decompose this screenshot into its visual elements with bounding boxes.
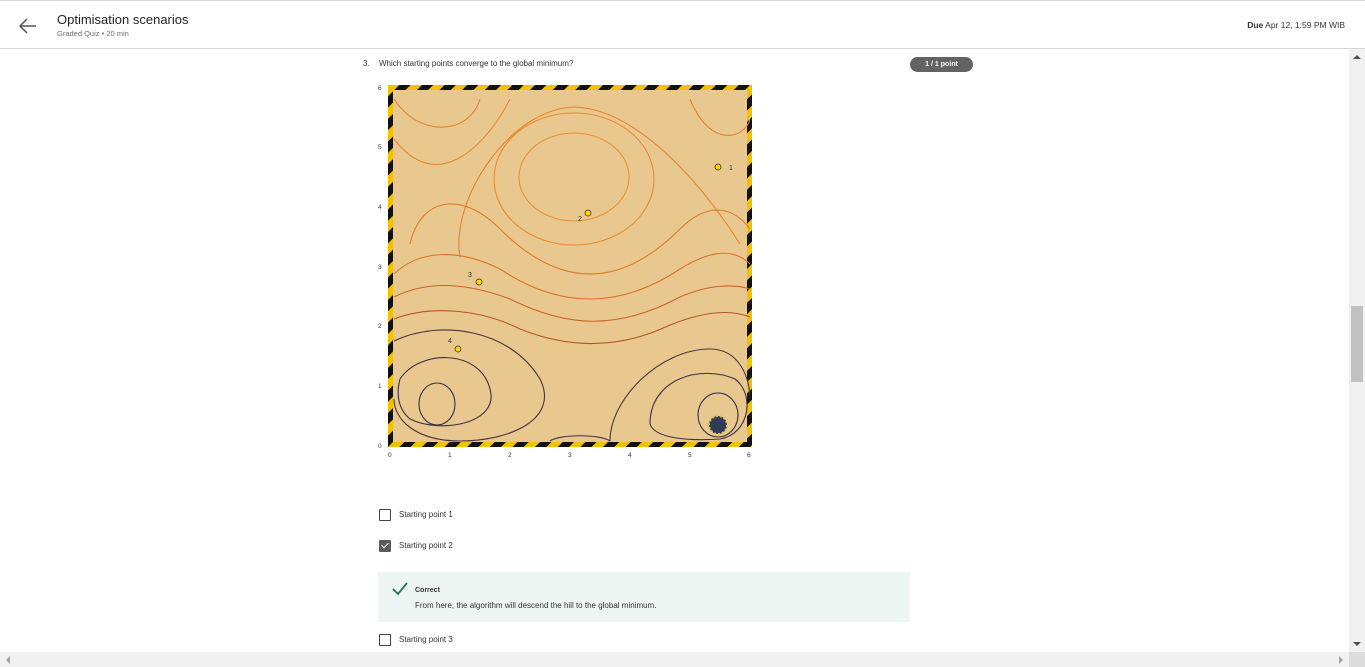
starting-point-2 — [584, 209, 592, 217]
contour-plot: 1 2 3 4 0 1 2 3 4 5 6 0 1 2 3 4 5 6 — [378, 85, 752, 459]
scroll-down-icon[interactable] — [1353, 642, 1361, 646]
points-badge: 1 / 1 point — [910, 57, 973, 72]
back-arrow-icon[interactable] — [16, 14, 40, 38]
y-tick: 5 — [378, 144, 382, 151]
point-label-3: 3 — [468, 272, 472, 279]
x-tick: 6 — [747, 452, 751, 459]
checkbox[interactable] — [379, 634, 391, 646]
option-label: Starting point 2 — [399, 541, 453, 550]
y-tick: 0 — [378, 443, 382, 450]
question-text: Which starting points converge to the gl… — [379, 59, 574, 68]
x-tick: 4 — [628, 452, 632, 459]
x-tick: 1 — [448, 452, 452, 459]
feedback-title: Correct — [415, 587, 440, 594]
x-tick: 2 — [508, 452, 512, 459]
quiz-content: 3. Which starting points converge to the… — [0, 49, 1349, 652]
scroll-up-icon[interactable] — [1353, 55, 1361, 59]
point-label-1: 1 — [729, 165, 733, 172]
due-label: Due — [1247, 20, 1264, 30]
plot-background — [393, 90, 747, 442]
checkbox[interactable] — [379, 509, 391, 521]
global-minimum-marker — [708, 415, 728, 435]
y-tick: 1 — [378, 383, 382, 390]
y-tick: 4 — [378, 204, 382, 211]
due-value: Apr 12, 1:59 PM WIB — [1265, 20, 1345, 30]
scroll-right-icon[interactable] — [1339, 656, 1343, 664]
vertical-scrollbar[interactable] — [1349, 49, 1365, 652]
y-tick: 6 — [378, 85, 382, 92]
option-label: Starting point 3 — [399, 635, 453, 644]
starting-point-1 — [714, 163, 722, 171]
scrollbar-corner — [1349, 652, 1365, 667]
quiz-header: Optimisation scenarios Graded Quiz • 20 … — [0, 0, 1365, 49]
option-label: Starting point 1 — [399, 510, 453, 519]
quiz-subtitle: Graded Quiz • 20 min — [57, 29, 129, 38]
scroll-left-icon[interactable] — [6, 656, 10, 664]
point-label-4: 4 — [448, 338, 452, 345]
feedback-box: Correct From here, the algorithm will de… — [378, 572, 910, 622]
check-icon — [392, 582, 408, 596]
question-number: 3. — [363, 59, 370, 68]
quiz-title: Optimisation scenarios — [57, 12, 189, 27]
x-tick: 0 — [388, 452, 392, 459]
x-tick: 5 — [688, 452, 692, 459]
feedback-text: From here, the algorithm will descend th… — [415, 601, 657, 610]
horizontal-scrollbar[interactable] — [0, 652, 1349, 667]
y-tick: 3 — [378, 264, 382, 271]
checkbox-checked[interactable] — [379, 540, 391, 552]
starting-point-4 — [454, 345, 462, 353]
y-tick: 2 — [378, 323, 382, 330]
point-label-2: 2 — [578, 216, 582, 223]
due-date: Due Apr 12, 1:59 PM WIB — [1247, 20, 1345, 30]
x-tick: 3 — [568, 452, 572, 459]
starting-point-3 — [475, 278, 483, 286]
scroll-thumb[interactable] — [1351, 306, 1363, 382]
